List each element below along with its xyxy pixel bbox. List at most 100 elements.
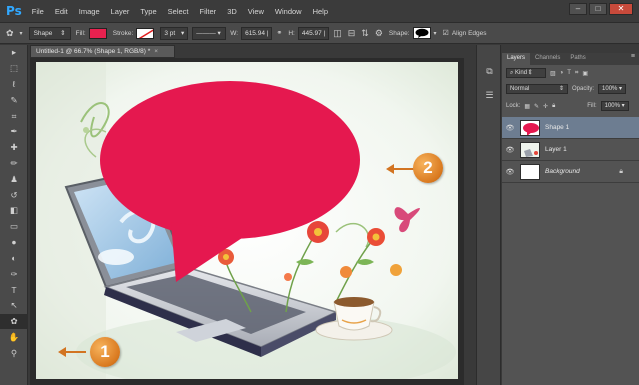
lock-pixels-icon[interactable]: ✎	[534, 103, 539, 110]
callout-1-badge: 1	[90, 337, 120, 367]
align-edges-checkbox[interactable]: ☑	[443, 29, 449, 37]
lock-transparent-icon[interactable]: ▦	[524, 103, 530, 110]
menu-select[interactable]: Select	[168, 7, 189, 16]
custom-shape-tool-icon[interactable]: ✿	[0, 313, 28, 330]
history-panel-icon[interactable]: ⧉	[477, 59, 502, 83]
type-tool-icon[interactable]: T	[0, 282, 28, 298]
photoshop-logo: Ps	[6, 4, 22, 18]
eraser-tool-icon[interactable]: ◧	[0, 203, 28, 219]
menu-bar: Ps File Edit Image Layer Type Select Fil…	[0, 0, 639, 22]
layer-layer-1[interactable]: 👁︎ Layer 1	[502, 139, 639, 161]
height-field[interactable]: 445.97 |	[297, 26, 330, 40]
lock-position-icon[interactable]: ✛	[543, 103, 548, 110]
lock-fill-row: Lock: ▦ ✎ ✛ 🔒︎ Fill: 100% ▾	[502, 101, 639, 111]
menu-image[interactable]: Image	[79, 7, 100, 16]
layer-filter-select[interactable]: ⌕ Kind ⇕	[506, 68, 546, 78]
blur-tool-icon[interactable]: ●	[0, 235, 28, 251]
tab-paths[interactable]: Paths	[565, 53, 590, 65]
move-tool-icon[interactable]: ▸	[0, 45, 28, 61]
callout-2-badge: 2	[413, 153, 443, 183]
opacity-field[interactable]: 100% ▾	[598, 84, 627, 94]
menu-filter[interactable]: Filter	[200, 7, 217, 16]
history-brush-tool-icon[interactable]: ↺	[0, 187, 28, 203]
hand-tool-icon[interactable]: ✋	[0, 329, 28, 345]
visibility-eye-icon[interactable]: 👁︎	[502, 124, 518, 132]
callout-2-arrowhead	[386, 164, 394, 174]
custom-shape-tool-icon[interactable]: ✿	[6, 28, 14, 39]
stroke-none-swatch[interactable]	[136, 27, 155, 39]
document-title: Untitled-1 @ 66.7% (Shape 1, RGB/8) *	[36, 48, 151, 55]
width-label: W:	[230, 29, 239, 37]
menu-3d[interactable]: 3D	[227, 7, 237, 16]
width-field[interactable]: 615.94 |	[241, 26, 273, 40]
shape-picker-dropdown-icon[interactable]: ▾	[434, 30, 437, 37]
tab-channels[interactable]: Channels	[530, 53, 565, 65]
layer-thumbnail	[520, 141, 540, 158]
filter-shape-icon[interactable]: ⌗	[575, 70, 578, 77]
healing-brush-tool-icon[interactable]: ✚	[0, 140, 28, 156]
document-tab[interactable]: Untitled-1 @ 66.7% (Shape 1, RGB/8) * ×	[30, 45, 175, 58]
stroke-type-select[interactable]: ——— ▾	[192, 26, 227, 40]
tab-layers[interactable]: Layers	[502, 53, 531, 65]
stroke-width-field[interactable]: 3 pt ▾	[160, 26, 189, 40]
layer-name: Background	[545, 168, 580, 175]
panel-tabs: Layers Channels Paths ≡	[502, 53, 639, 65]
menu-layer[interactable]: Layer	[111, 7, 130, 16]
filter-type-icon[interactable]: T	[567, 70, 571, 76]
visibility-eye-icon[interactable]: 👁︎	[502, 168, 518, 176]
menu-type[interactable]: Type	[140, 7, 156, 16]
layer-background[interactable]: 👁︎ Background 🔒︎	[502, 161, 639, 183]
blend-opacity-row: Normal ⇕ Opacity: 100% ▾	[502, 84, 639, 94]
callout-2-arrow	[392, 168, 414, 170]
panel-dock: ⧉ ☰	[476, 45, 501, 385]
menu-help[interactable]: Help	[313, 7, 328, 16]
close-document-icon[interactable]: ×	[154, 48, 158, 55]
gear-icon[interactable]: ⚙	[375, 28, 383, 39]
visibility-eye-icon[interactable]: 👁︎	[502, 146, 518, 154]
filter-pixel-icon[interactable]: ▨	[550, 70, 556, 77]
dodge-tool-icon[interactable]: ◐	[0, 250, 28, 266]
menu-window[interactable]: Window	[275, 7, 302, 16]
filter-adjustment-icon[interactable]: ◑	[560, 70, 564, 76]
blend-mode-select[interactable]: Normal ⇕	[506, 84, 568, 94]
link-icon[interactable]: ⚭	[276, 29, 282, 37]
layer-name: Shape 1	[545, 124, 570, 131]
gradient-tool-icon[interactable]: ▭	[0, 219, 28, 235]
zoom-tool-icon[interactable]: ⚲	[0, 345, 28, 361]
filter-smart-object-icon[interactable]: ▣	[582, 70, 588, 77]
clone-stamp-tool-icon[interactable]: ♟	[0, 171, 28, 187]
tool-preset-dropdown-icon[interactable]: ▾	[20, 30, 23, 37]
layer-filter-row: ⌕ Kind ⇕ ▨ ◑ T ⌗ ▣	[502, 68, 639, 78]
fill-color-swatch[interactable]	[88, 27, 107, 39]
path-select-tool-icon[interactable]: ↖	[0, 298, 28, 314]
close-window-button[interactable]: ✕	[609, 3, 633, 15]
tools-panel: ▸ ⬚ ℓ ✎ ⌗ ✒ ✚ ✏ ♟ ↺ ◧ ▭ ● ◐ ✑ T ↖ ✿ ✋ ⚲	[0, 45, 28, 385]
lock-all-icon[interactable]: 🔒︎	[552, 103, 555, 110]
minimize-button[interactable]: –	[569, 3, 587, 15]
marquee-tool-icon[interactable]: ⬚	[0, 61, 28, 77]
layer-lock-icon: 🔒︎	[619, 167, 623, 175]
fill-field[interactable]: 100% ▾	[600, 101, 629, 111]
menu-file[interactable]: File	[32, 7, 44, 16]
layer-shape-1[interactable]: 👁︎ Shape 1	[502, 117, 639, 139]
shape-picker[interactable]	[412, 27, 431, 39]
shape-mode-select[interactable]: Shape ⇕	[28, 26, 71, 40]
height-label: H:	[288, 29, 295, 37]
pen-tool-icon[interactable]: ✑	[0, 266, 28, 282]
lock-label: Lock:	[506, 103, 521, 109]
menu-view[interactable]: View	[248, 7, 264, 16]
path-alignment-icon[interactable]: ⊟	[348, 28, 356, 39]
eyedropper-tool-icon[interactable]: ✒	[0, 124, 28, 140]
path-operations-icon[interactable]: ◫	[333, 28, 342, 39]
properties-panel-icon[interactable]: ☰	[477, 83, 502, 107]
document-canvas[interactable]	[36, 62, 458, 379]
brush-tool-icon[interactable]: ✏	[0, 156, 28, 172]
maximize-button[interactable]: □	[589, 3, 607, 15]
lasso-tool-icon[interactable]: ℓ	[0, 77, 28, 93]
menu-edit[interactable]: Edit	[55, 7, 68, 16]
crop-tool-icon[interactable]: ⌗	[0, 108, 28, 124]
panel-menu-icon[interactable]: ≡	[631, 53, 635, 65]
quick-select-tool-icon[interactable]: ✎	[0, 92, 28, 108]
fill-label: Fill:	[587, 103, 597, 109]
path-arrangement-icon[interactable]: ⇅	[361, 28, 369, 39]
